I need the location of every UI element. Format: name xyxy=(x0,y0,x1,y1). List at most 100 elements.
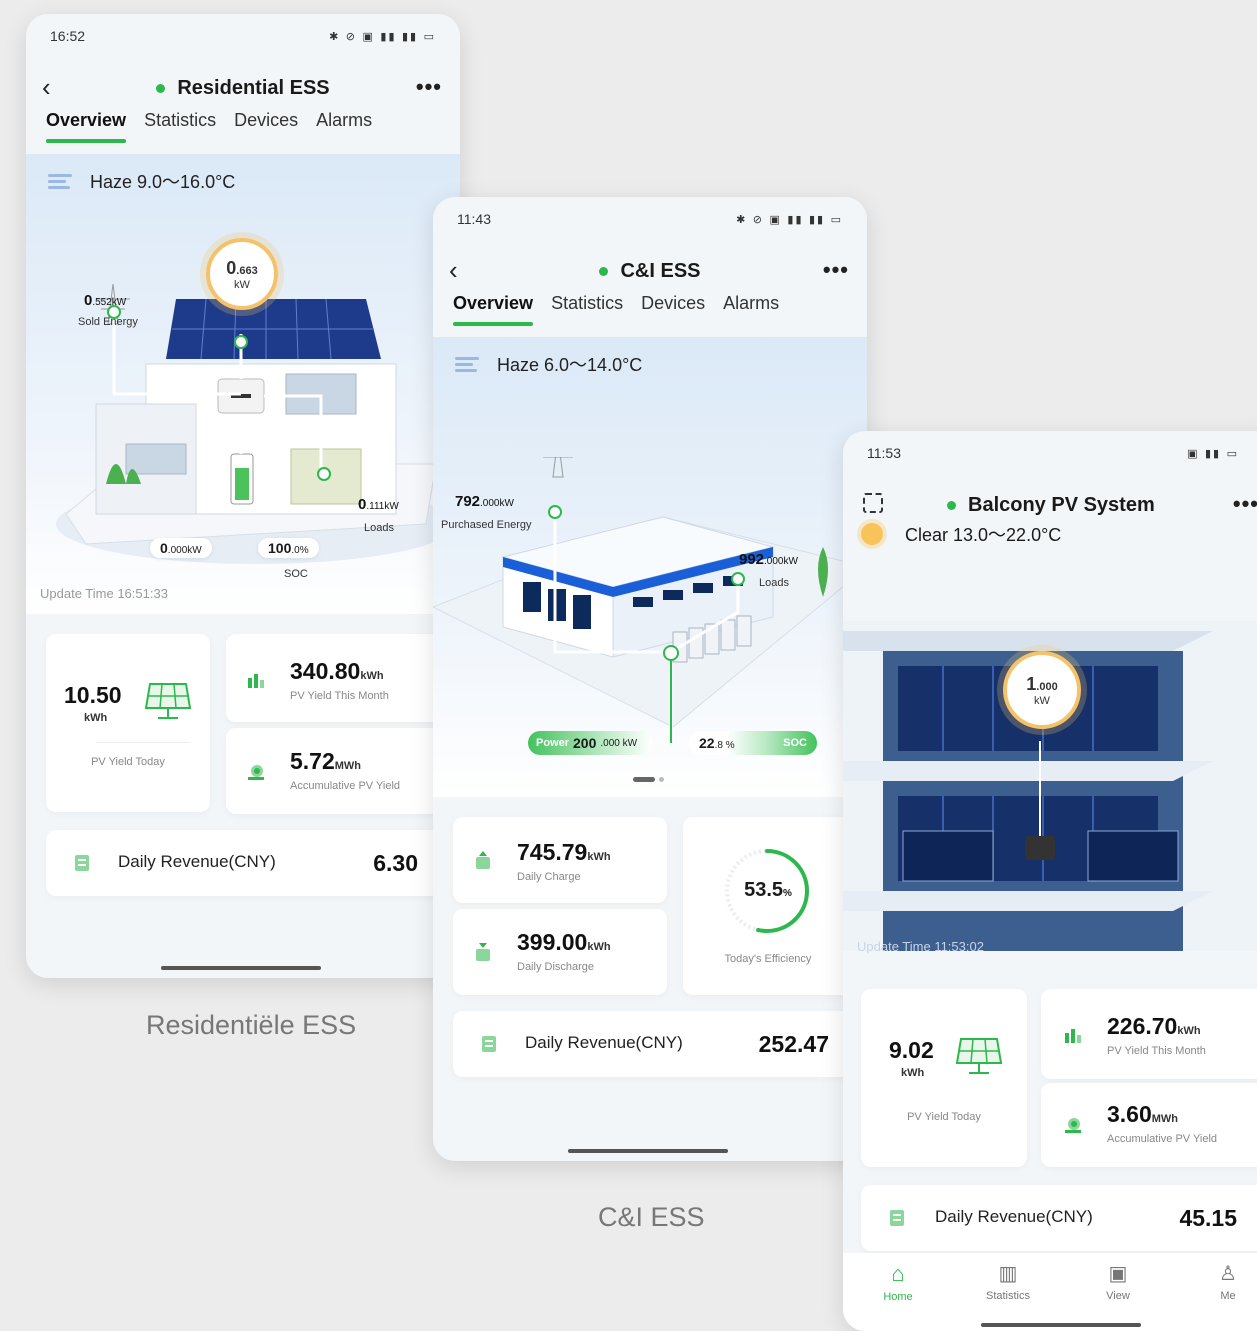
pv-acc-label: Accumulative PV Yield xyxy=(290,780,401,792)
nav-home[interactable]: ⌂ Home xyxy=(868,1261,928,1331)
energy-flow-panel: Haze 6.0～14.0°C 792.000kW Purchased Ener… xyxy=(433,337,867,797)
app-header: ‹ Residential ESS ••• xyxy=(26,58,460,118)
plant-name: C&I ESS xyxy=(620,259,701,282)
energy-flow-panel: Haze 9.0～16.0°C 0.663 kW 0.552kW Sold En… xyxy=(26,154,460,614)
divider xyxy=(96,742,190,743)
pv-accumulative-card[interactable]: 5.72MWh Accumulative PV Yield xyxy=(226,728,440,814)
loads-int: 992 xyxy=(739,551,765,568)
online-status-dot xyxy=(156,83,166,93)
status-bar: 11:43 ✱ ⊘ ▣ ▮▮ ▮▮ ▭ xyxy=(433,197,867,241)
pv-acc-value: 5.72 xyxy=(290,748,335,774)
nav-home-label: Home xyxy=(883,1291,913,1303)
daily-revenue-card[interactable]: Daily Revenue(CNY) 45.15 xyxy=(861,1185,1257,1251)
battery-dec: .000kW xyxy=(167,545,202,556)
balcony-pv-screen: 11:53 ▣ ▮▮ ▭ Balcony PV System ••• Clear… xyxy=(843,431,1257,1331)
pv-acc-unit: MWh xyxy=(334,760,362,772)
page-title: Balcony PV System xyxy=(947,494,1155,517)
tab-alarms[interactable]: Alarms xyxy=(316,110,372,131)
pv-power-int: 1 xyxy=(1026,673,1037,694)
daily-revenue-card[interactable]: Daily Revenue(CNY) 252.47 xyxy=(453,1011,853,1077)
bottom-nav: ⌂ Home ▥ Statistics ▣ View ♙ Me xyxy=(843,1253,1257,1331)
revenue-value: 6.30 xyxy=(373,850,418,876)
tab-overview[interactable]: Overview xyxy=(46,110,127,143)
loads-dec: .111kW xyxy=(366,501,399,512)
discharge-label: Daily Discharge xyxy=(517,961,595,973)
more-options-icon[interactable]: ••• xyxy=(823,257,849,283)
tab-devices[interactable]: Devices xyxy=(234,110,298,131)
more-options-icon[interactable]: ••• xyxy=(1233,491,1257,517)
statistics-icon: ▥ xyxy=(998,1263,1018,1285)
pv-month-unit: kWh xyxy=(1177,1025,1201,1037)
revenue-value: 252.47 xyxy=(758,1031,829,1057)
power-label: Power xyxy=(536,737,570,749)
page-indicator xyxy=(633,777,664,782)
battery-int: 0 xyxy=(160,540,168,556)
weather-text: Clear 13.0～22.0°C xyxy=(905,525,1062,545)
weather-info: Clear 13.0～22.0°C xyxy=(861,521,1061,547)
pv-month-card[interactable]: 226.70kWh PV Yield This Month xyxy=(1041,989,1257,1079)
tab-overview[interactable]: Overview xyxy=(453,293,534,326)
nav-statistics[interactable]: ▥ Statistics xyxy=(978,1261,1038,1331)
pv-month-label: PV Yield This Month xyxy=(290,690,389,702)
bar-chart-icon xyxy=(248,674,264,688)
pv-accumulative-card[interactable]: 3.60MWh Accumulative PV Yield xyxy=(1041,1083,1257,1167)
haze-icon xyxy=(455,355,479,373)
online-status-dot xyxy=(947,500,956,510)
pv-month-label: PV Yield This Month xyxy=(1107,1045,1206,1057)
tab-devices[interactable]: Devices xyxy=(641,293,705,314)
pv-month-unit: kWh xyxy=(360,670,384,682)
status-icons: ✱ ⊘ ▣ ▮▮ ▮▮ ▭ xyxy=(736,212,843,226)
update-time: Update Time 11:53:02 xyxy=(857,939,984,954)
nav-view[interactable]: ▣ View xyxy=(1088,1261,1148,1331)
pv-today-card[interactable]: 9.02 kWh PV Yield Today xyxy=(861,989,1027,1167)
pv-month-card[interactable]: 340.80kWh PV Yield This Month xyxy=(226,634,440,722)
loads-value: 0.111kW xyxy=(358,496,399,513)
more-options-icon[interactable]: ••• xyxy=(416,74,442,100)
coin-icon xyxy=(1065,1118,1081,1133)
pv-today-label: PV Yield Today xyxy=(907,1111,981,1123)
loads-dec: .000kW xyxy=(764,556,798,567)
soc-int: 100 xyxy=(268,540,292,556)
revenue-label: Daily Revenue(CNY) xyxy=(525,1033,683,1052)
back-arrow-icon[interactable]: ‹ xyxy=(42,74,51,100)
residential-ess-screen: 16:52 ✱ ⊘ ▣ ▮▮ ▮▮ ▭ ‹ Residential ESS ••… xyxy=(26,14,460,978)
back-arrow-icon[interactable]: ‹ xyxy=(449,257,458,283)
sold-energy-label: Sold Energy xyxy=(78,316,138,328)
pv-today-value: 10.50 xyxy=(64,682,122,708)
revenue-value: 45.15 xyxy=(1179,1205,1237,1231)
home-icon: ⌂ xyxy=(891,1261,905,1286)
status-bar: 16:52 ✱ ⊘ ▣ ▮▮ ▮▮ ▭ xyxy=(26,14,460,58)
status-time: 11:53 xyxy=(867,445,901,461)
efficiency-card[interactable]: 53.5% Today's Efficiency xyxy=(683,817,853,995)
efficiency-label: Today's Efficiency xyxy=(724,953,812,965)
revenue-icon xyxy=(482,1036,496,1052)
tab-alarms[interactable]: Alarms xyxy=(723,293,779,314)
plant-name: Balcony PV System xyxy=(968,493,1155,516)
purchased-energy-value: 792.000kW xyxy=(455,493,514,510)
nav-statistics-label: Statistics xyxy=(985,1290,1030,1302)
nav-me[interactable]: ♙ Me xyxy=(1198,1261,1257,1331)
home-indicator xyxy=(161,966,321,970)
scan-icon[interactable] xyxy=(863,493,883,513)
daily-charge-card[interactable]: 745.79kWh Daily Charge xyxy=(453,817,667,903)
tab-statistics[interactable]: Statistics xyxy=(144,110,216,131)
weather-info: Haze 6.0～14.0°C xyxy=(455,351,642,377)
loads-value: 992.000kW xyxy=(739,551,798,568)
pv-acc-value: 3.60 xyxy=(1107,1101,1152,1127)
loads-label: Loads xyxy=(759,577,789,589)
sold-dec: .552kW xyxy=(92,297,127,308)
soc-pill: 22.8 % SOC xyxy=(689,731,817,755)
tab-statistics[interactable]: Statistics xyxy=(551,293,623,314)
daily-revenue-card[interactable]: Daily Revenue(CNY) 6.30 xyxy=(46,830,440,896)
person-icon: ♙ xyxy=(1219,1263,1237,1285)
home-indicator xyxy=(981,1323,1141,1327)
pv-today-card[interactable]: 10.50 kWh PV Yield Today xyxy=(46,634,210,812)
daily-discharge-card[interactable]: 399.00kWh Daily Discharge xyxy=(453,909,667,995)
charge-unit: kWh xyxy=(587,851,611,863)
page-title: C&I ESS xyxy=(599,259,701,283)
power-int: 200 xyxy=(573,735,597,751)
power-dec: .000 kW xyxy=(600,737,638,749)
residential-caption: Residentiële ESS xyxy=(146,1010,357,1040)
pv-today-unit: kWh xyxy=(901,1067,925,1079)
pv-power-ring: 1.000 kW xyxy=(1003,651,1081,729)
